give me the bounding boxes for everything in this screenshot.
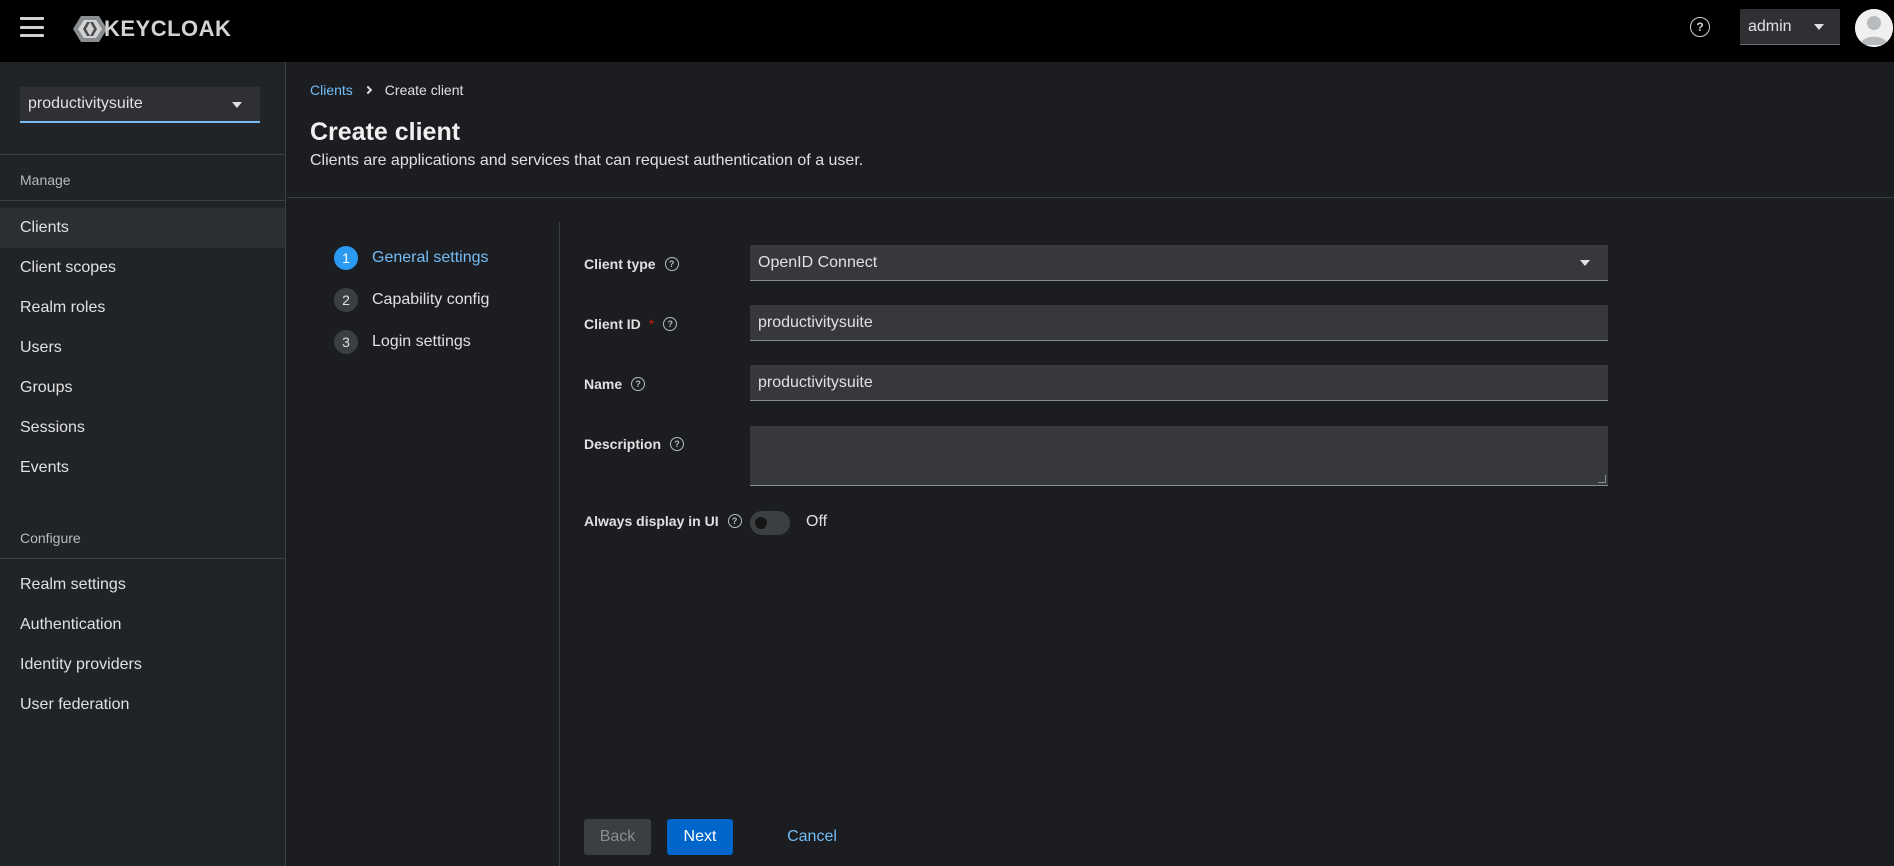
client-type-label: Client type ? [584,256,679,272]
realm-selector[interactable]: productivitysuite [20,87,260,123]
step-label: Capability config [372,291,490,308]
sidebar-item-authentication[interactable]: Authentication [0,605,285,645]
required-indicator: * [648,316,655,332]
step-number: 3 [334,330,358,354]
sidebar-item-users[interactable]: Users [0,328,285,368]
sidebar-item-clients[interactable]: Clients [0,208,285,248]
wizard-nav: 1 General settings 2 Capability config 3… [287,222,560,866]
wizard-step-general-settings[interactable]: 1 General settings [334,246,489,270]
client-type-value: OpenID Connect [758,253,878,271]
user-avatar-icon[interactable] [1855,9,1893,47]
page-title: Create client [310,118,461,146]
toggle-knob [755,517,767,529]
always-display-label-text: Always display in UI [584,513,719,529]
sidebar-item-identity-providers[interactable]: Identity providers [0,645,285,685]
help-icon[interactable]: ? [727,514,742,528]
hamburger-icon[interactable] [20,15,44,39]
user-menu-dropdown[interactable]: admin [1740,9,1840,45]
user-name: admin [1748,17,1792,35]
keycloak-logo[interactable]: KEYCLOAK [72,14,231,44]
nav-section-manage: Manage [20,172,71,188]
sidebar-item-sessions[interactable]: Sessions [0,408,285,448]
step-number: 2 [334,288,358,312]
chevron-right-icon [363,85,373,95]
wizard-step-capability-config[interactable]: 2 Capability config [334,288,489,312]
nav-divider [0,200,286,201]
caret-down-icon [232,102,242,108]
nav-divider [0,154,286,155]
help-icon[interactable]: ? [663,317,678,331]
sidebar-item-realm-roles[interactable]: Realm roles [0,288,285,328]
resize-handle[interactable] [1598,475,1606,483]
nav-section-configure: Configure [20,530,81,546]
nav-divider [0,558,286,559]
help-icon[interactable]: ? [670,437,685,451]
description-label-text: Description [584,436,662,452]
name-label-text: Name [584,376,623,392]
sidebar-item-client-scopes[interactable]: Client scopes [0,248,285,288]
name-value: productivitysuite [758,373,873,391]
sidebar-item-events[interactable]: Events [0,448,285,488]
name-input[interactable]: productivitysuite [750,365,1608,401]
always-display-label: Always display in UI ? [584,513,742,529]
description-label: Description ? [584,436,685,452]
next-button[interactable]: Next [667,819,733,855]
sidebar-item-realm-settings[interactable]: Realm settings [0,565,285,605]
cancel-button[interactable]: Cancel [782,819,842,855]
logo-text: KEYCLOAK [104,16,232,41]
masthead: KEYCLOAK ? admin [0,0,1894,62]
step-number: 1 [334,246,358,270]
description-textarea[interactable] [750,426,1608,486]
breadcrumb: Clients Create client [310,82,463,98]
client-id-value: productivitysuite [758,313,873,331]
step-label: Login settings [372,333,471,350]
realm-name: productivitysuite [28,95,143,112]
client-id-label-text: Client ID [584,316,641,332]
caret-down-icon [1814,24,1824,30]
caret-down-icon [1580,260,1590,266]
always-display-toggle[interactable] [750,511,790,535]
breadcrumb-clients-link[interactable]: Clients [310,82,353,98]
sidebar-item-user-federation[interactable]: User federation [0,685,285,725]
client-id-label: Client ID * ? [584,316,678,332]
help-icon[interactable]: ? [664,257,679,271]
wizard-step-login-settings[interactable]: 3 Login settings [334,330,471,354]
always-display-state: Off [806,513,828,530]
client-type-label-text: Client type [584,256,656,272]
sidebar: productivitysuite Manage Clients Client … [0,62,286,866]
step-label: General settings [372,249,489,266]
page-header: Clients Create client Create client Clie… [287,62,1894,198]
back-button[interactable]: Back [584,819,651,855]
page-subtitle: Clients are applications and services th… [310,152,864,169]
keycloak-logo-icon [73,16,107,42]
client-id-input[interactable]: productivitysuite [750,305,1608,341]
name-label: Name ? [584,376,646,392]
client-type-select[interactable]: OpenID Connect [750,245,1608,281]
breadcrumb-current: Create client [384,82,464,98]
help-icon[interactable]: ? [631,377,646,391]
sidebar-item-groups[interactable]: Groups [0,368,285,408]
help-icon[interactable]: ? [1690,17,1710,37]
